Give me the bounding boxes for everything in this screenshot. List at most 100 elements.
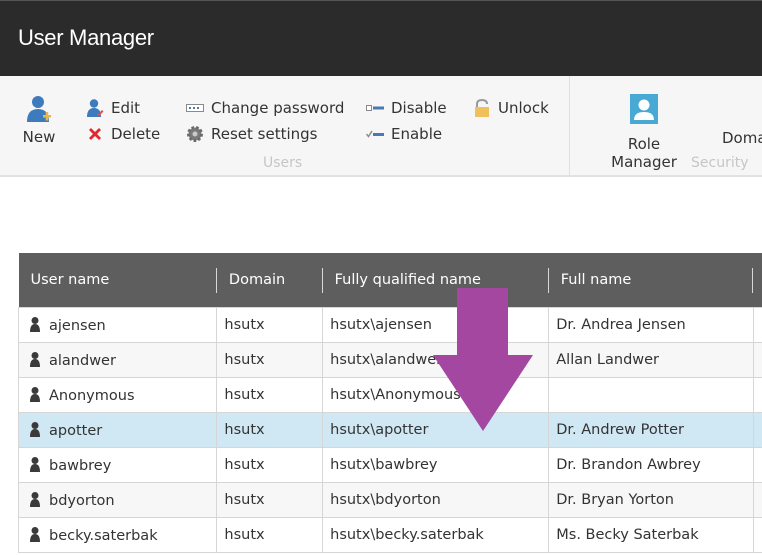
cell-username: becky.saterbak <box>17 516 218 553</box>
ribbon-toolbar: New Edit Delete Change password Reset se… <box>0 76 762 177</box>
cell-domain: hsutx <box>216 411 324 448</box>
table-row[interactable]: becky.saterbak hsutx hsutx\becky.saterbak M… <box>17 516 762 553</box>
role-manager-icon <box>630 94 658 124</box>
cell-fullname: Allan Landwer <box>548 341 754 378</box>
cell-domain: hsutx <box>216 516 324 553</box>
cell-fqn: hsutx\apotter <box>322 411 550 448</box>
cell-fqn-text: hsutx\alandwer <box>330 351 443 368</box>
column-header-username[interactable]: User name <box>18 253 217 307</box>
delete-label: Delete <box>111 125 161 143</box>
column-header-fullname[interactable]: Full name <box>548 253 754 307</box>
column-header-fqn[interactable]: Fully qualified name <box>322 253 549 307</box>
cell-fqn: hsutx\Anonymous <box>322 376 550 413</box>
gear-icon <box>186 125 204 143</box>
cell-domain: hsutx <box>216 376 324 413</box>
role-manager-label: Role Manager <box>611 135 677 171</box>
new-label: New <box>22 128 56 146</box>
cell-fullname: Ms. Becky Saterbak <box>548 516 754 553</box>
cell-fqn-text: hsutx\ajensen <box>330 316 432 333</box>
unlock-label: Unlock <box>498 99 549 117</box>
cell-fqn: hsutx\becky.saterbak <box>322 516 550 553</box>
new-user-button[interactable]: New <box>16 94 62 146</box>
disable-button[interactable]: Disable <box>366 99 447 117</box>
disable-toggle-icon <box>366 99 384 117</box>
cell-fullname: Dr. Bryan Yorton <box>548 481 754 518</box>
cell-fqn: hsutx\bawbrey <box>322 446 550 483</box>
cell-fullname <box>548 376 754 413</box>
cell-domain-text: hsutx <box>224 456 265 473</box>
cell-username-text: bdyorton <box>49 492 115 509</box>
cell-extra <box>752 446 762 483</box>
column-header-extra <box>753 253 762 307</box>
role-manager-button[interactable]: Role Manager <box>594 94 694 171</box>
cell-fqn-text: hsutx\apotter <box>330 421 429 438</box>
cell-extra <box>752 306 762 343</box>
edit-label: Edit <box>111 99 141 117</box>
user-icon <box>30 491 40 507</box>
disable-label: Disable <box>391 99 447 117</box>
cell-fullname-text: Dr. Andrew Potter <box>556 421 684 438</box>
delete-button[interactable]: Delete <box>86 125 160 143</box>
cell-fullname: Dr. Andrew Potter <box>548 411 754 448</box>
title-bar: User Manager <box>0 0 762 76</box>
reset-settings-button[interactable]: Reset settings <box>186 125 318 143</box>
users-table: User name Domain Fully qualified name Fu… <box>17 253 762 553</box>
cell-domain-text: hsutx <box>224 316 265 333</box>
cell-username-text: alandwer <box>49 352 116 369</box>
cell-extra <box>752 481 762 518</box>
users-table-container: User name Domain Fully qualified name Fu… <box>17 253 762 553</box>
unlock-padlock-icon <box>473 99 491 117</box>
domain-manager-label: Doma <box>722 129 762 147</box>
cell-username: bdyorton <box>17 481 218 518</box>
user-icon <box>30 316 40 332</box>
cell-username: alandwer <box>17 341 218 378</box>
change-password-button[interactable]: Change password <box>186 99 344 117</box>
cell-username-text: Anonymous <box>49 387 135 404</box>
table-header-row: User name Domain Fully qualified name Fu… <box>18 253 762 307</box>
cell-username: apotter <box>17 411 218 448</box>
enable-label: Enable <box>391 125 443 143</box>
column-header-domain[interactable]: Domain <box>216 253 323 307</box>
enable-check-icon <box>366 125 384 143</box>
cell-fullname-text: Allan Landwer <box>556 351 660 368</box>
unlock-button[interactable]: Unlock <box>473 99 549 117</box>
cell-fullname-text: Dr. Andrea Jensen <box>556 316 686 333</box>
cell-fqn: hsutx\alandwer <box>322 341 550 378</box>
user-icon <box>30 526 40 542</box>
cell-domain: hsutx <box>216 306 324 343</box>
cell-extra <box>752 376 762 413</box>
cell-fullname: Dr. Brandon Awbrey <box>548 446 754 483</box>
table-row[interactable]: Anonymous hsutx hsutx\Anonymous <box>17 376 762 413</box>
table-row[interactable]: bdyorton hsutx hsutx\bdyorton Dr. Bryan Yor… <box>17 481 762 518</box>
cell-domain-text: hsutx <box>224 421 265 438</box>
cell-username-text: apotter <box>49 422 103 439</box>
table-row[interactable]: ajensen hsutx hsutx\ajensen Dr. Andrea Jens… <box>17 306 762 343</box>
cell-fullname-text: Dr. Brandon Awbrey <box>556 456 701 473</box>
table-row[interactable]: alandwer hsutx hsutx\alandwer Allan Landwer <box>17 341 762 378</box>
edit-user-icon <box>86 99 104 117</box>
reset-settings-label: Reset settings <box>211 125 318 143</box>
enable-button[interactable]: Enable <box>366 125 442 143</box>
cell-domain: hsutx <box>216 446 324 483</box>
cell-fullname-text: Dr. Bryan Yorton <box>556 491 674 508</box>
cell-username-text: ajensen <box>49 317 106 334</box>
cell-extra <box>752 341 762 378</box>
table-row[interactable]: apotter hsutx hsutx\apotter Dr. Andrew Pott… <box>17 411 762 448</box>
cell-username: Anonymous <box>17 376 218 413</box>
table-row[interactable]: bawbrey hsutx hsutx\bawbrey Dr. Brandon Awb… <box>17 446 762 483</box>
cell-username: ajensen <box>17 306 218 343</box>
cell-fqn-text: hsutx\bawbrey <box>330 456 438 473</box>
delete-x-icon <box>86 125 104 143</box>
password-field-icon <box>186 99 204 117</box>
domain-manager-button[interactable]: Doma <box>722 129 762 147</box>
cell-domain-text: hsutx <box>224 491 265 508</box>
cell-username-text: becky.saterbak <box>49 527 158 544</box>
cell-extra <box>752 516 762 553</box>
user-icon <box>30 386 40 402</box>
cell-domain-text: hsutx <box>224 526 265 543</box>
edit-button[interactable]: Edit <box>86 99 140 117</box>
window-title: User Manager <box>18 25 154 50</box>
change-password-label: Change password <box>211 99 345 117</box>
cell-fullname: Dr. Andrea Jensen <box>548 306 754 343</box>
cell-fqn-text: hsutx\Anonymous <box>330 386 461 403</box>
